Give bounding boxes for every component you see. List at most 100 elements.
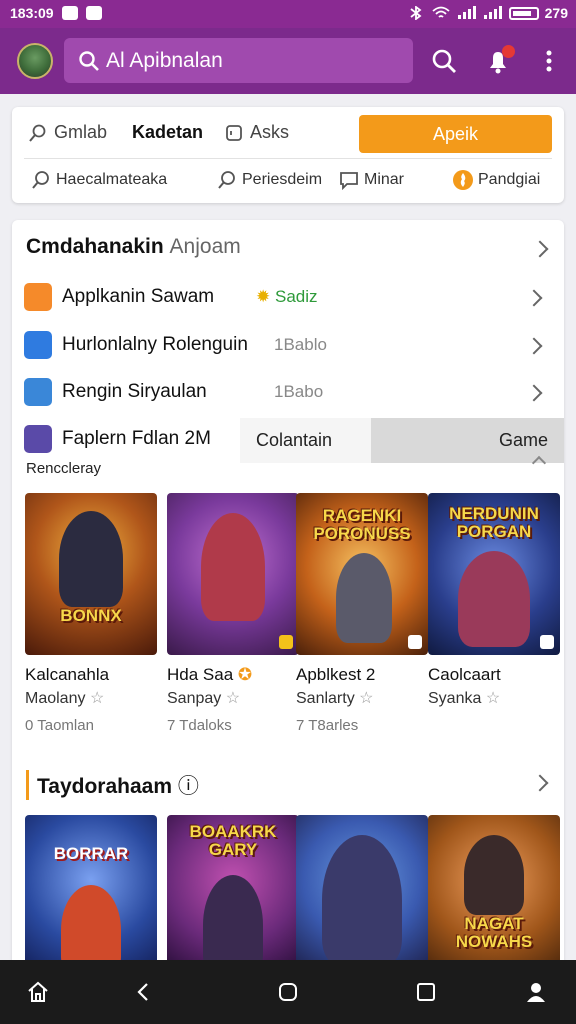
star-icon: ☆	[485, 690, 501, 707]
game-art-title: NERDUNIN PORGAN	[449, 504, 539, 541]
gear-icon: ✹	[256, 287, 271, 306]
chip-label: Minar	[364, 171, 405, 188]
tab-label: Kadetan	[132, 122, 204, 142]
chip-haecalmateaka[interactable]: Haecalmateaka	[30, 169, 167, 191]
chip-label: Periesdeim	[242, 171, 323, 188]
segmented-control[interactable]: Colantain Game	[240, 418, 564, 463]
tab-label: Asks	[250, 122, 290, 142]
wifi-icon	[432, 6, 450, 18]
chip-pandgiai[interactable]: Pandgiai	[452, 169, 540, 191]
profile-icon[interactable]	[524, 980, 548, 1004]
game-card[interactable]: RAGENKI PORONUSS Apblkest 2 Sanlarty ☆ 7…	[296, 493, 428, 734]
game-thumbnail[interactable]	[296, 815, 428, 977]
game-thumbnail[interactable]: BONNX	[25, 493, 157, 655]
search-input[interactable]	[104, 44, 408, 78]
chevron-right-icon	[525, 289, 543, 307]
star-icon: ☆	[89, 690, 105, 707]
game-thumbnail[interactable]: BORRAR	[25, 815, 157, 977]
message-icon	[340, 172, 358, 191]
section-title: Cmdahanakin Anjoam	[26, 235, 241, 259]
game-card[interactable]: NAGAT NOWAHS	[428, 815, 560, 977]
chip-label: Haecalmateaka	[56, 171, 168, 188]
flame-icon	[453, 170, 473, 190]
row-value: 1Babo	[274, 382, 324, 401]
game-thumbnail[interactable]: RAGENKI PORONUSS	[296, 493, 428, 655]
search-box[interactable]	[64, 38, 413, 83]
apply-button[interactable]: Apeik	[359, 115, 552, 153]
row-label: Faplern Fdlan 2M	[62, 428, 211, 449]
segment-option-selected[interactable]: Game	[371, 418, 564, 463]
star-icon: ☆	[359, 690, 374, 707]
game-art-title: NAGAT NOWAHS	[455, 914, 533, 952]
game-name: Hda Saa ✪	[167, 665, 253, 684]
gallery-icon	[85, 6, 102, 20]
tab-label: Gmlab	[54, 122, 108, 142]
game-art-title: RAGENKI PORONUSS	[313, 506, 411, 543]
search-icon[interactable]	[430, 47, 458, 75]
filter-card: Gmlab Kadetan Asks Apeik Haecalmateaka P…	[12, 107, 564, 203]
search-icon	[29, 124, 46, 142]
battery-level: 279	[544, 5, 568, 21]
list-item[interactable]: Applkanin Sawam ✹ Sadiz	[24, 277, 544, 317]
row-label: Hurlonlalny Rolenguin	[62, 334, 248, 355]
bluetooth-icon	[410, 6, 422, 20]
game-art-title: BONNX	[60, 606, 122, 626]
game-card[interactable]: BONNX Kalcanahla Maolany ☆ 0 Taomlan	[25, 493, 157, 734]
home-button-icon[interactable]	[276, 980, 300, 1004]
main-card: Cmdahanakin Anjoam Applkanin Sawam ✹ Sad…	[12, 220, 564, 1000]
tag-icon	[226, 124, 242, 141]
notification-badge	[502, 45, 515, 58]
star-icon: ☆	[225, 690, 241, 707]
divider	[24, 158, 552, 159]
row-value: ✹ Sadiz	[256, 287, 318, 307]
back-icon[interactable]	[132, 980, 156, 1004]
chevron-right-icon[interactable]	[531, 774, 549, 792]
game-thumbnail[interactable]	[167, 493, 299, 655]
signal-icon	[457, 6, 476, 19]
tab-gmlab[interactable]: Gmlab	[28, 122, 107, 143]
game-name: Kalcanahla	[25, 665, 110, 684]
game-card[interactable]: BORRAR	[25, 815, 157, 977]
search-icon	[79, 51, 99, 71]
battery-icon	[508, 6, 539, 20]
search-icon	[32, 171, 49, 189]
game-card[interactable]: Hda Saa ✪ Sanpay ☆ 7 Tdaloks	[167, 493, 299, 734]
game-card[interactable]	[296, 815, 428, 977]
navigation-bar	[0, 960, 576, 1024]
chip-periesdeim[interactable]: Periesdeim	[216, 169, 322, 191]
game-card[interactable]: BOAAKRK GARY	[167, 815, 299, 977]
avatar[interactable]	[17, 43, 53, 79]
more-options-icon[interactable]	[535, 47, 563, 75]
segment-option[interactable]: Colantain	[240, 418, 371, 463]
game-subtitle: Maolany ☆	[25, 690, 105, 707]
app-bar	[0, 28, 576, 94]
game-card[interactable]: NERDUNIN PORGAN Caolcaart Syanka ☆	[428, 493, 560, 711]
section-title: Taydorahaam ⓘ	[26, 770, 199, 800]
section-subtitle: Anjoam	[169, 235, 241, 258]
status-time: 183:09	[10, 5, 54, 21]
row-label: Rengin Siryaulan	[62, 381, 207, 402]
tab-kadetan[interactable]: Kadetan	[132, 122, 203, 143]
game-icon	[24, 425, 52, 453]
game-thumbnail[interactable]: BOAAKRK GARY	[167, 815, 299, 977]
search-icon	[218, 171, 235, 189]
game-subtitle: Sanpay ☆	[167, 690, 241, 707]
tab-asks[interactable]: Asks	[224, 122, 289, 143]
rocket-icon	[24, 331, 52, 359]
recents-icon[interactable]	[414, 980, 438, 1004]
list-item[interactable]: Hurlonlalny Rolenguin 1Bablo	[24, 325, 544, 365]
home-icon[interactable]	[26, 980, 50, 1004]
game-name: Caolcaart	[428, 665, 501, 684]
chip-minar[interactable]: Minar	[338, 169, 404, 191]
list-item[interactable]: Rengin Siryaulan 1Babo	[24, 372, 544, 412]
badge-icon	[408, 635, 422, 649]
chevron-right-icon	[525, 337, 543, 355]
game-subtitle: Sanlarty ☆	[296, 690, 374, 707]
game-thumbnail[interactable]: NAGAT NOWAHS	[428, 815, 560, 977]
message-icon	[61, 6, 78, 20]
section-title-text: Cmdahanakin	[26, 235, 164, 258]
badge-icon	[540, 635, 554, 649]
game-thumbnail[interactable]: NERDUNIN PORGAN	[428, 493, 560, 655]
chevron-right-icon[interactable]	[531, 240, 549, 258]
signal-icon-2	[483, 6, 502, 19]
